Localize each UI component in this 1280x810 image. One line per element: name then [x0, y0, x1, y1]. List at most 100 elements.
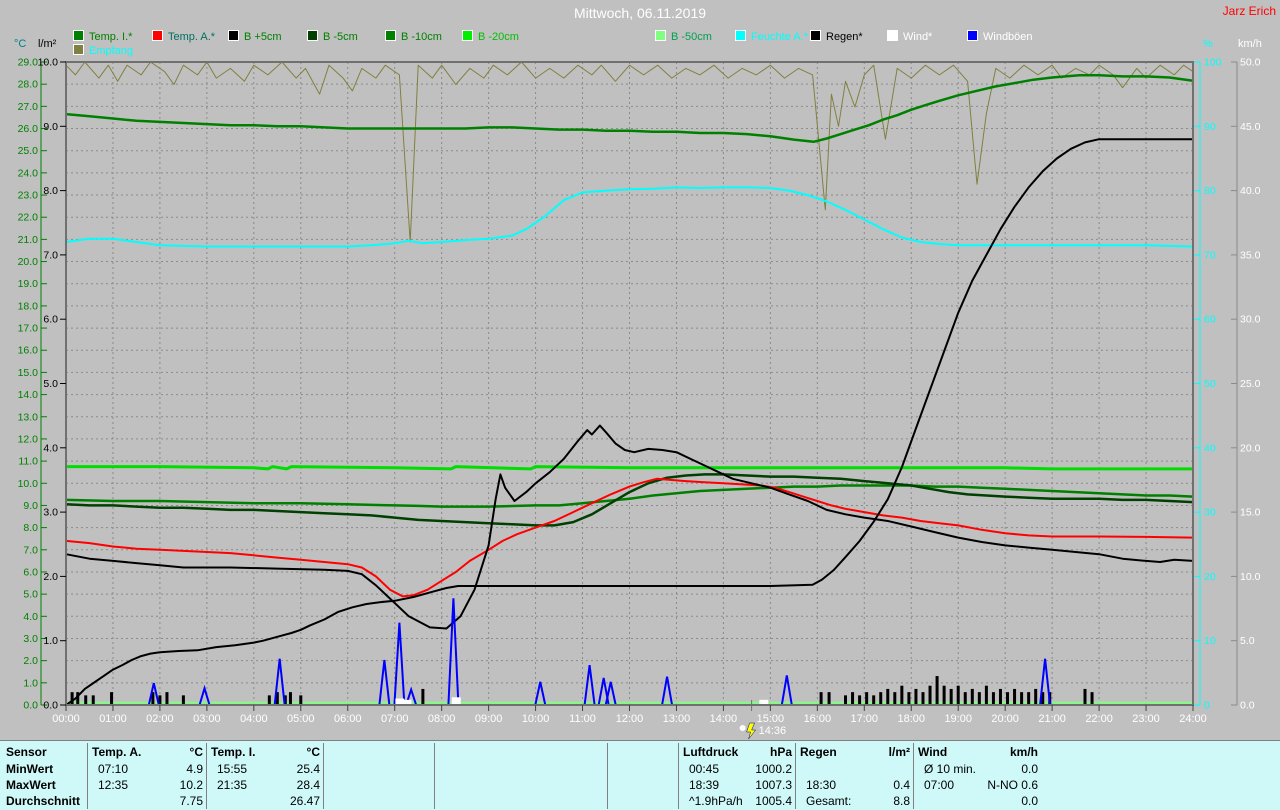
table-column-divider [913, 743, 914, 809]
celsius-tick-label: 29.0 [18, 57, 39, 69]
rain-interval-bar [900, 686, 903, 705]
table-column-divider [795, 743, 796, 809]
table-row-label: Sensor [6, 745, 47, 759]
celsius-tick-label: 1.0 [23, 677, 38, 689]
weather-station-day-view: Mittwoch, 06.11.2019 Jarz Erich °C l/m² … [0, 0, 1280, 810]
rain-interval-bar [92, 695, 95, 705]
table-value: 0.0 [1021, 762, 1038, 776]
table-value-time: 07:00 [924, 778, 954, 792]
rain-interval-bar [992, 692, 995, 705]
wind-gust-spike [379, 660, 389, 705]
table-value-time: Gesamt: [806, 794, 851, 808]
celsius-tick-label: 13.0 [18, 411, 39, 423]
humidity-tick-label: 80 [1204, 185, 1216, 197]
table-value: 25.4 [297, 762, 320, 776]
rain-interval-bar [943, 686, 946, 705]
table-row-label: MaxWert [6, 778, 56, 792]
humidity-tick-label: 10 [1204, 635, 1216, 647]
weather-chart: 0.01.02.03.04.05.06.07.08.09.010.011.012… [0, 0, 1280, 740]
rain-tick-label: 3.0 [43, 507, 58, 519]
hour-axis-label: 05:00 [287, 713, 315, 725]
celsius-tick-label: 5.0 [23, 589, 38, 601]
table-value: 0.0 [1021, 794, 1038, 808]
table-sensor-unit: °C [190, 745, 203, 759]
rain-interval-bar [957, 686, 960, 705]
statistics-table: SensorMinWertMaxWertDurchschnittTemp. A.… [0, 740, 1280, 810]
hour-axis-label: 14:00 [710, 713, 738, 725]
rain-tick-label: 2.0 [43, 571, 58, 583]
wind-gust-spike [782, 675, 792, 705]
table-sensor-unit: l/m² [889, 745, 910, 759]
rain-tick-label: 9.0 [43, 121, 58, 133]
table-sensor-name: Wind [918, 745, 947, 759]
hour-axis-label: 18:00 [897, 713, 925, 725]
rain-interval-bar [84, 695, 87, 705]
hour-axis-label: 02:00 [146, 713, 174, 725]
celsius-tick-label: 19.0 [18, 278, 39, 290]
rain-interval-bar [978, 692, 981, 705]
wind-gust-spike [448, 598, 458, 705]
humidity-tick-label: 100 [1204, 57, 1222, 69]
wind-gust-spike [275, 659, 285, 705]
celsius-tick-label: 12.0 [18, 433, 39, 445]
table-value-time: 18:30 [806, 778, 836, 792]
hour-axis-label: 17:00 [851, 713, 879, 725]
rain-interval-bar [971, 689, 974, 705]
humidity-tick-label: 30 [1204, 507, 1216, 519]
table-value: 0.4 [893, 778, 910, 792]
hour-axis-label: 07:00 [381, 713, 409, 725]
windspeed-tick-label: 35.0 [1240, 249, 1261, 261]
table-value: 1000.2 [755, 762, 792, 776]
table-value: 7.75 [180, 794, 203, 808]
wind-bar [452, 697, 461, 705]
table-row-label: MinWert [6, 762, 53, 776]
hour-axis-label: 15:00 [757, 713, 785, 725]
windspeed-tick-label: 10.0 [1240, 571, 1261, 583]
windspeed-tick-label: 45.0 [1240, 121, 1261, 133]
table-value: 4.9 [186, 762, 203, 776]
table-value: 10.2 [180, 778, 203, 792]
time-marker-label: 14:36 [759, 725, 787, 737]
rain-tick-label: 4.0 [43, 442, 58, 454]
table-value: 1007.3 [755, 778, 792, 792]
wind-gust-spike [662, 677, 672, 705]
celsius-tick-label: 15.0 [18, 367, 39, 379]
hour-axis-label: 22:00 [1085, 713, 1113, 725]
celsius-tick-label: 26.0 [18, 123, 39, 135]
rain-interval-bar [820, 692, 823, 705]
rain-interval-bar [921, 692, 924, 705]
rain-interval-bar [71, 692, 74, 705]
hour-axis-label: 16:00 [804, 713, 832, 725]
celsius-tick-label: 23.0 [18, 190, 39, 202]
celsius-tick-label: 4.0 [23, 611, 38, 623]
rain-interval-bar [421, 689, 424, 705]
celsius-tick-label: 21.0 [18, 234, 39, 246]
rain-interval-bar [1034, 689, 1037, 705]
rain-tick-label: 0.0 [43, 700, 58, 712]
table-value-time: 07:10 [98, 762, 128, 776]
rain-interval-bar [1027, 692, 1030, 705]
humidity-tick-label: 90 [1204, 121, 1216, 133]
wind-gust-spike [535, 682, 545, 705]
windspeed-tick-label: 15.0 [1240, 507, 1261, 519]
table-column-divider [323, 743, 324, 809]
hour-axis-label: 12:00 [616, 713, 644, 725]
celsius-tick-label: 25.0 [18, 145, 39, 157]
rain-interval-bar [999, 689, 1002, 705]
hour-axis-label: 04:00 [240, 713, 268, 725]
rain-interval-bar [289, 692, 292, 705]
wind-gust-spike [585, 665, 595, 705]
celsius-tick-label: 16.0 [18, 345, 39, 357]
rain-interval-bar [872, 695, 875, 705]
hour-axis-label: 20:00 [991, 713, 1019, 725]
hour-axis-label: 24:00 [1179, 713, 1207, 725]
hour-axis-label: 11:00 [569, 713, 596, 725]
rain-interval-bar [182, 695, 185, 705]
wind-gust-spike [606, 682, 616, 705]
table-sensor-name: Temp. I. [211, 745, 255, 759]
celsius-tick-label: 24.0 [18, 167, 39, 179]
rain-tick-label: 8.0 [43, 185, 58, 197]
hour-axis-label: 23:00 [1132, 713, 1160, 725]
table-sensor-name: Temp. A. [92, 745, 141, 759]
windspeed-tick-label: 30.0 [1240, 314, 1261, 326]
